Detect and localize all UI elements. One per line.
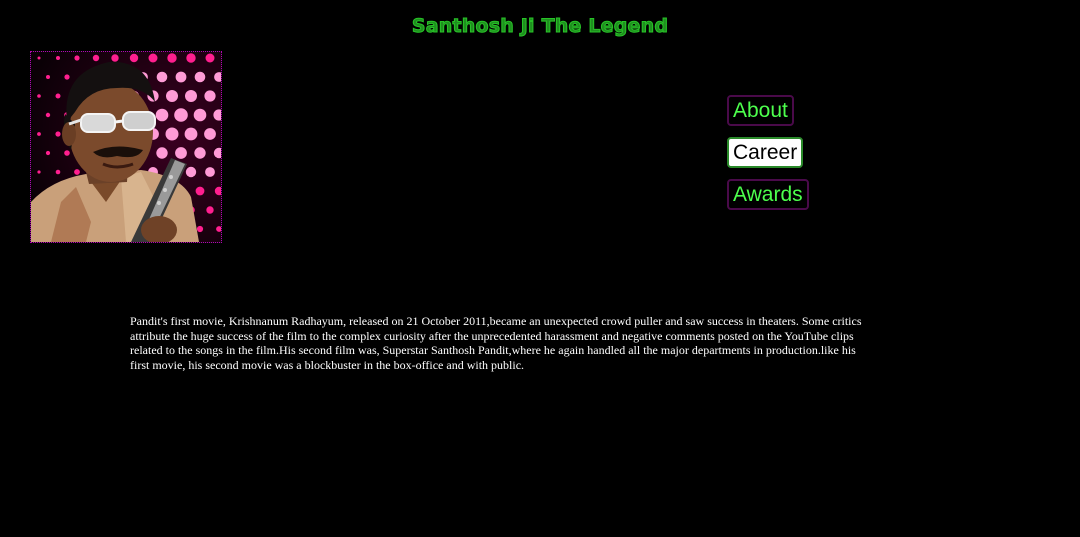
- portrait-image: [30, 51, 222, 243]
- portrait-illustration: [31, 52, 221, 242]
- nav-about-button[interactable]: About: [727, 95, 794, 126]
- nav-career-button[interactable]: Career: [727, 137, 804, 168]
- page-title: Santhosh Ji The Legend: [411, 15, 669, 38]
- section-nav: About Career Awards: [727, 95, 809, 221]
- nav-awards-button[interactable]: Awards: [727, 179, 809, 210]
- career-paragraph: Pandit's first movie, Krishnanum Radhayu…: [130, 314, 862, 372]
